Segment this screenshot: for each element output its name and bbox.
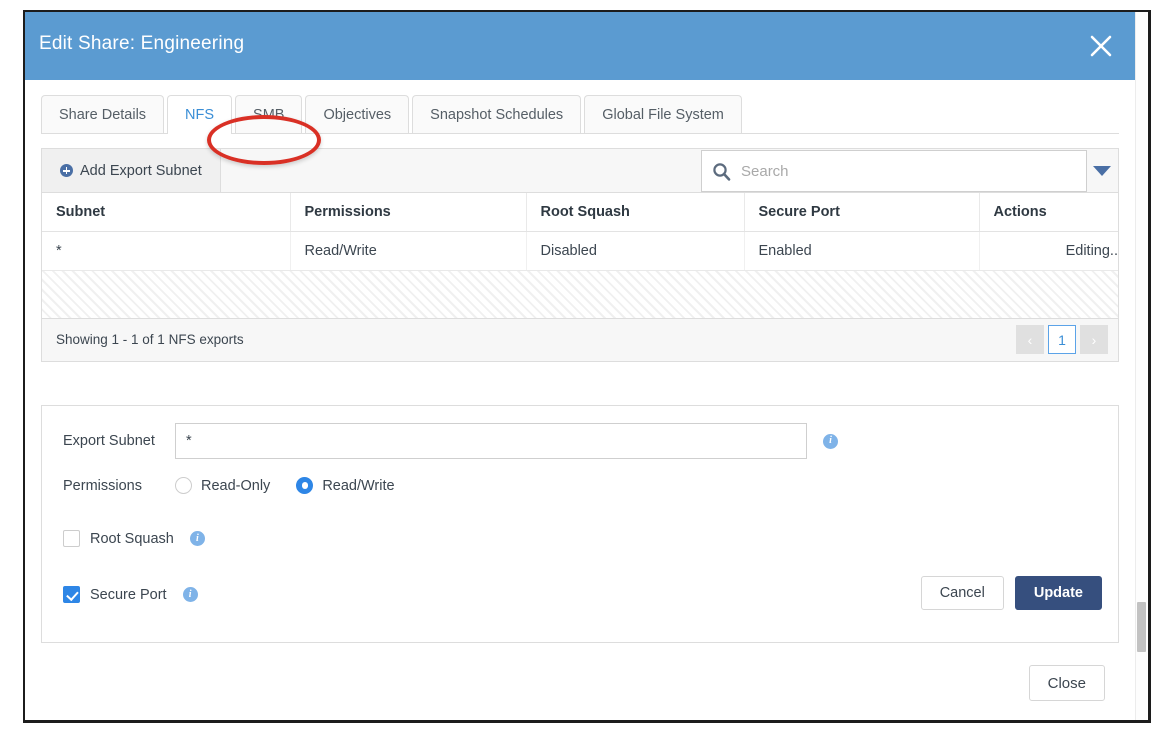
root-squash-info-icon[interactable]: i — [189, 531, 205, 546]
table-row[interactable]: * Read/Write Disabled Enabled Editing.. — [42, 231, 1118, 271]
add-export-subnet-label: Add Export Subnet — [80, 162, 202, 179]
search-input[interactable] — [739, 161, 1063, 181]
app-viewport: Edit Share: Engineering Share Details NF… — [0, 0, 1164, 732]
column-header-subnet[interactable]: Subnet — [42, 193, 291, 232]
cell-actions[interactable]: Editing.. — [979, 231, 1118, 271]
cell-secure-port: Enabled — [744, 231, 980, 271]
root-squash-field-row: Root Squash i — [63, 530, 205, 547]
tab-label: NFS — [185, 107, 215, 123]
pagination: ‹ 1 › — [1016, 325, 1108, 354]
tab-label: Share Details — [59, 107, 147, 123]
checkbox-root-squash[interactable]: Root Squash — [63, 530, 174, 547]
column-header-actions[interactable]: Actions — [979, 193, 1118, 232]
cell-root-squash: Disabled — [526, 231, 745, 271]
edit-share-dialog: Edit Share: Engineering Share Details NF… — [25, 12, 1135, 718]
update-button[interactable]: Update — [1014, 576, 1102, 610]
export-edit-form: Export Subnet i Permissions Read-Only Re… — [41, 405, 1119, 643]
tab-nfs[interactable]: NFS — [167, 95, 233, 134]
tab-label: Global File System — [602, 107, 724, 123]
export-subnet-info-icon[interactable]: i — [823, 433, 838, 449]
page-scrollbar-thumb[interactable] — [1137, 602, 1146, 652]
radio-read-only-label: Read-Only — [201, 477, 271, 494]
tab-smb[interactable]: SMB — [235, 95, 303, 134]
radio-unchecked-icon — [175, 477, 192, 494]
table-toolbar: Add Export Subnet — [42, 149, 1118, 193]
checkbox-checked-icon — [63, 586, 80, 603]
export-subnet-field-row: Export Subnet i — [63, 423, 838, 459]
form-action-buttons: Cancel Update — [920, 576, 1102, 610]
radio-read-write-label: Read/Write — [322, 477, 395, 494]
search-box[interactable] — [701, 150, 1087, 192]
tab-label: SMB — [253, 107, 285, 123]
filter-dropdown-button[interactable] — [1086, 150, 1118, 192]
dialog-close-icon[interactable] — [1083, 28, 1119, 64]
tab-label: Objectives — [323, 107, 392, 123]
column-header-secure-port[interactable]: Secure Port — [744, 193, 980, 232]
pagination-next-button[interactable]: › — [1080, 325, 1108, 354]
nfs-exports-panel: Add Export Subnet Search Subnet Permissi… — [41, 148, 1119, 362]
pagination-prev-button[interactable]: ‹ — [1016, 325, 1044, 354]
tab-global-file-system[interactable]: Global File System — [584, 95, 742, 134]
permissions-field-row: Permissions Read-Only Read/Write — [63, 477, 421, 494]
add-export-subnet-button[interactable]: Add Export Subnet — [42, 149, 221, 192]
search-icon — [712, 162, 731, 181]
export-subnet-input[interactable] — [175, 423, 807, 459]
tab-share-details[interactable]: Share Details — [41, 95, 165, 134]
export-subnet-label: Export Subnet — [63, 433, 155, 449]
radio-checked-icon — [296, 477, 314, 494]
tab-snapshot-schedules[interactable]: Snapshot Schedules — [412, 95, 582, 134]
radio-read-only[interactable]: Read-Only — [175, 477, 270, 494]
empty-rows-hatch-area — [42, 271, 1118, 319]
root-squash-label: Root Squash — [90, 530, 174, 547]
secure-port-label: Secure Port — [90, 586, 167, 603]
tab-objectives[interactable]: Objectives — [305, 95, 410, 134]
cell-subnet: * — [42, 231, 291, 271]
table-header-row: Subnet Permissions Root Squash Secure Po… — [42, 193, 1118, 232]
column-header-permissions[interactable]: Permissions — [290, 193, 527, 232]
tab-bar: Share Details NFS SMB Objectives Snapsho… — [41, 94, 1119, 134]
caret-down-icon — [1093, 166, 1111, 176]
dialog-header: Edit Share: Engineering — [25, 12, 1135, 80]
cancel-button[interactable]: Cancel — [920, 576, 1004, 610]
secure-port-info-icon[interactable]: i — [182, 587, 198, 602]
column-header-root-squash[interactable]: Root Squash — [526, 193, 745, 232]
pagination-page-1-button[interactable]: 1 — [1048, 325, 1076, 354]
dialog-title: Edit Share: Engineering — [39, 33, 245, 54]
secure-port-field-row: Secure Port i — [63, 586, 198, 603]
window-border-bottom — [23, 720, 1151, 723]
window-border-right — [1148, 10, 1151, 722]
plus-circle-icon — [60, 164, 73, 177]
table-record-count: Showing 1 - 1 of 1 NFS exports — [56, 332, 244, 347]
checkbox-secure-port[interactable]: Secure Port — [63, 586, 167, 603]
radio-read-write[interactable]: Read/Write — [296, 477, 395, 494]
cell-permissions: Read/Write — [290, 231, 527, 271]
page-scrollbar[interactable] — [1135, 12, 1147, 720]
nfs-exports-table: Subnet Permissions Root Squash Secure Po… — [42, 193, 1118, 271]
table-footer: Showing 1 - 1 of 1 NFS exports ‹ 1 › — [42, 319, 1118, 361]
tab-label: Snapshot Schedules — [430, 107, 564, 123]
close-button[interactable]: Close — [1028, 665, 1105, 701]
dialog-footer: Close — [25, 646, 1135, 718]
permissions-label: Permissions — [63, 477, 142, 494]
checkbox-unchecked-icon — [63, 530, 80, 547]
